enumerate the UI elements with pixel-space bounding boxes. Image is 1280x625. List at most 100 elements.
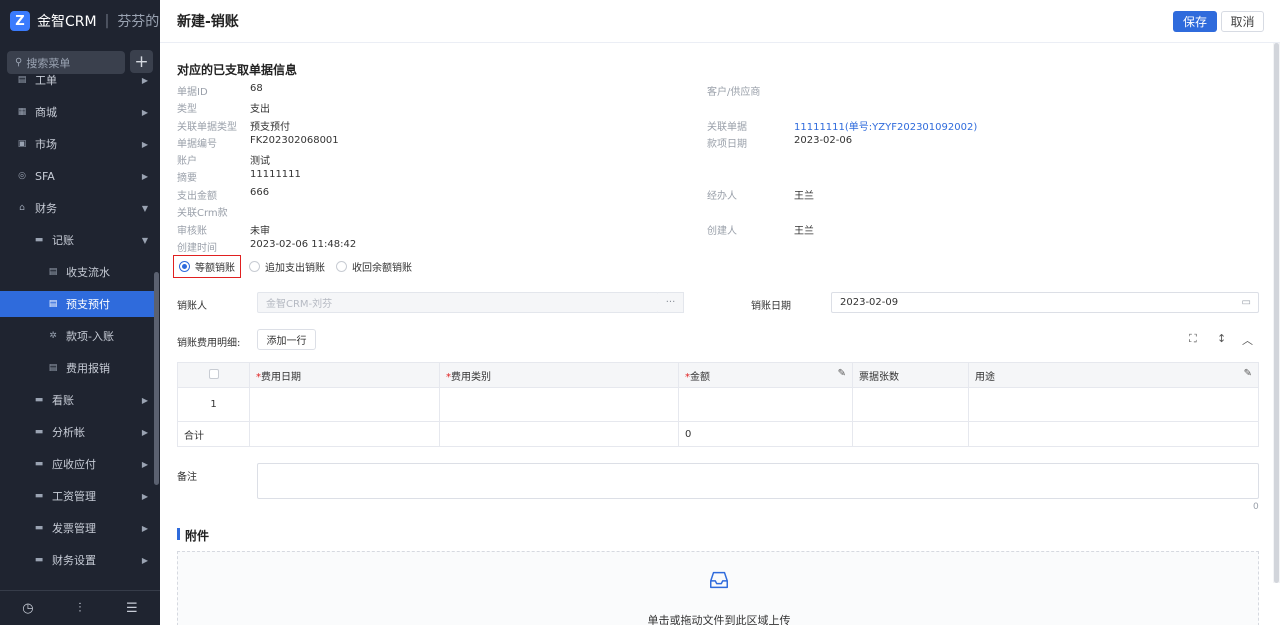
edit-icon[interactable]: ✎ [1244,368,1252,379]
sidebar-item-prepayment[interactable]: ▤ 预支预付 [0,291,154,317]
upload-dropzone[interactable]: 单击或拖动文件到此区域上传 [177,551,1259,625]
sidebar-item-cashflow[interactable]: ▤ 收支流水 [0,259,154,285]
sidebar-item-label: 应收应付 [52,458,96,471]
main-scrollbar-thumb[interactable] [1274,43,1279,583]
info-label: 经办人 [707,191,737,202]
remark-textarea[interactable] [257,463,1259,499]
sidebar-item-receipt[interactable]: ✲ 款项-入账 [0,323,154,349]
collapse-menu-icon[interactable]: ☰ [126,601,138,616]
sidebar-item-expense[interactable]: ▤ 费用报销 [0,355,154,381]
edit-icon[interactable]: ✎ [838,368,846,379]
chevron-right-icon: ▶ [141,491,148,501]
radio-label: 收回余额销账 [352,262,412,274]
sidebar-item-finance-settings[interactable]: ▬ 财务设置 ▶ [0,547,154,573]
writeoff-type-radio-group: 等额销账 追加支出销账 收回余额销账 [173,254,423,278]
calendar-icon[interactable]: ▭ [1242,297,1251,308]
related-document-link[interactable]: 11111111(单号:YZYF202301092002) [794,118,977,133]
sidebar-item-label: 分析帐 [52,426,85,439]
cell-invoice-count[interactable] [852,387,969,422]
app-root: Z 金智CRM | 芬芬的团 ⚲ 搜索菜单 + ▤工单▶ ▦商城▶ ▣市场▶ ◎… [0,0,1280,625]
cell-purpose[interactable] [968,387,1259,422]
sidebar-item-receivable[interactable]: ▬ 应收应付 ▶ [0,451,154,477]
brand-separator: | [104,13,110,29]
sidebar-item-market[interactable]: ▣ 市场 ▶ [0,131,154,157]
radio-add-expense-writeoff[interactable]: 追加支出销账 [249,259,325,274]
attachment-title-bar [177,528,180,540]
table-row: 1 [177,387,1259,422]
fullscreen-icon[interactable]: ⛶ [1189,332,1197,346]
select-all-cell[interactable] [177,362,250,388]
sidebar-item-analysis[interactable]: ▬ 分析帐 ▶ [0,419,154,445]
info-value: 王兰 [794,226,814,237]
upload-hint: 单击或拖动文件到此区域上传 [647,614,791,625]
sidebar-item-invoice[interactable]: ▬ 发票管理 ▶ [0,515,154,541]
info-label: 单据编号 [177,139,217,150]
cell-expense-type[interactable] [439,387,679,422]
cell-expense-date[interactable] [249,387,440,422]
radio-recover-balance-writeoff[interactable]: 收回余额销账 [336,259,412,274]
col-purpose: 用途 ✎ [968,362,1259,388]
sidebar-item-view-books[interactable]: ▬ 看账 ▶ [0,387,154,413]
sidebar: Z 金智CRM | 芬芬的团 ⚲ 搜索菜单 + ▤工单▶ ▦商城▶ ▣市场▶ ◎… [0,0,160,625]
info-label: 类型 [177,104,197,115]
column-header: 票据张数 [859,371,899,383]
col-invoice-count: 票据张数 [852,362,969,388]
team-name[interactable]: 芬芬的团 [117,11,160,31]
total-cell [249,421,440,447]
total-cell [852,421,969,447]
chevron-right-icon: ▶ [141,555,148,565]
sidebar-item-finance[interactable]: ⌂ 财务 ▼ [0,195,154,221]
expense-detail-table: *费用日期 *费用类别 *金额 ✎ 票据张数 用途 ✎ 1 合计 0 [177,362,1259,447]
sidebar-item-mall[interactable]: ▦ 商城 ▶ [0,99,154,125]
more-options-button[interactable]: ··· [658,292,684,313]
col-expense-date: *费用日期 [249,362,440,388]
info-label: 款项日期 [707,139,747,150]
sidebar-item-label: 工单 [35,74,57,87]
main-scrollbar[interactable] [1273,43,1280,583]
column-header: 用途 [975,371,995,383]
sidebar-footer: ◷ ⫶ ☰ [0,590,160,625]
chevron-right-icon: ▶ [141,139,148,149]
cell-amount[interactable] [678,387,853,422]
radio-equal-writeoff[interactable]: 等额销账 [173,254,241,278]
inbox-icon [710,571,728,589]
sidebar-item-label: 商城 [35,106,57,119]
table-header-row: *费用日期 *费用类别 *金额 ✎ 票据张数 用途 ✎ [177,362,1259,388]
filter-settings-icon[interactable]: ⫶ [78,601,81,616]
sidebar-item-label: 收支流水 [66,266,110,279]
checkbox-icon[interactable] [208,368,219,379]
sidebar-item-sfa[interactable]: ◎ SFA ▶ [0,163,154,189]
folder-icon: ▬ [34,555,44,565]
info-label: 关联单据类型 [177,122,237,133]
cancel-button[interactable]: 取消 [1221,11,1264,32]
writeoff-date-value: 2023-02-09 [840,297,899,308]
col-amount: *金额 ✎ [678,362,853,388]
info-label: 创建时间 [177,243,217,254]
chevron-right-icon: ▶ [141,395,148,405]
page-title: 新建-销账 [177,14,239,30]
info-value: 2023-02-06 11:48:42 [250,239,357,250]
folder-icon: ▬ [34,427,44,437]
writeoff-date-input[interactable]: 2023-02-09 ▭ [831,292,1259,313]
document-icon: ▤ [17,75,27,85]
writeoff-person-label: 销账人 [177,301,207,312]
row-height-icon[interactable]: ↕ [1217,332,1226,345]
add-row-button[interactable]: 添加一行 [257,329,316,350]
sidebar-item-label: 款项-入账 [66,330,114,343]
save-button[interactable]: 保存 [1173,11,1217,32]
writeoff-date-label: 销账日期 [751,301,791,312]
market-icon: ▣ [17,139,27,149]
sidebar-item-bookkeeping[interactable]: ▬ 记账 ▼ [0,227,154,253]
sidebar-item-payroll[interactable]: ▬ 工资管理 ▶ [0,483,154,509]
collapse-icon[interactable]: ︿ [1242,332,1253,348]
sidebar-item-label: 看账 [52,394,74,407]
sidebar-item-label: 工资管理 [52,490,96,503]
info-value: 预支预付 [250,122,290,133]
writeoff-person-input[interactable]: 金智CRM-刘芬 [257,292,659,313]
brand: Z 金智CRM | 芬芬的团 [10,10,160,32]
info-value: 11111111 [250,169,301,180]
history-icon[interactable]: ◷ [22,601,33,616]
info-value: 68 [250,83,263,94]
sidebar-scrollbar[interactable] [154,272,159,485]
sidebar-item-workorder[interactable]: ▤ 工单 ▶ [0,67,154,93]
